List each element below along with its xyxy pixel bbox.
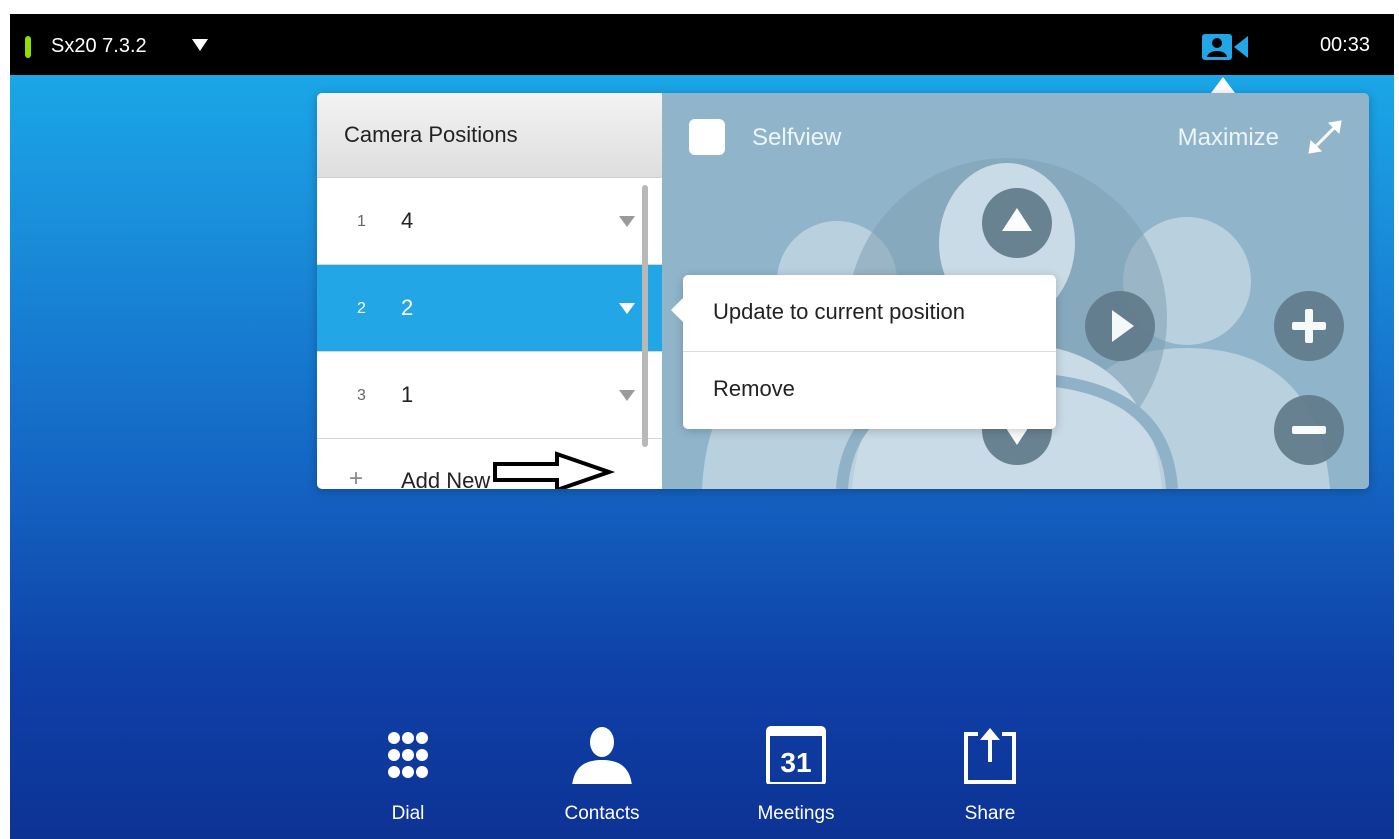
status-led-icon (25, 36, 31, 58)
clock: 00:33 (1319, 34, 1370, 56)
dock-meetings-button[interactable]: 31 Meetings (736, 724, 856, 834)
scrollbar[interactable] (642, 185, 648, 447)
position-name: 4 (401, 208, 414, 233)
add-new-label: Add New (401, 468, 491, 489)
dock-label: Contacts (564, 803, 640, 824)
positions-header: Camera Positions (317, 93, 662, 178)
position-row-3[interactable]: 3 1 (317, 352, 662, 439)
dock-dial-button[interactable]: Dial (348, 724, 468, 834)
add-new-button[interactable]: + Add New (317, 439, 662, 490)
chevron-down-icon[interactable] (619, 390, 635, 401)
position-name: 1 (401, 382, 414, 407)
zoom-out-button[interactable] (1274, 395, 1344, 465)
dock-contacts-button[interactable]: Contacts (542, 724, 662, 834)
calendar-day: 31 (780, 747, 811, 778)
dock-share-button[interactable]: Share (930, 724, 1050, 834)
position-context-menu: Update to current position Remove (671, 275, 1056, 429)
tilt-up-button[interactable] (982, 188, 1052, 258)
minus-icon (1292, 426, 1326, 434)
maximize-label[interactable]: Maximize (1178, 124, 1279, 152)
menu-item-label: Remove (713, 376, 795, 401)
position-index: 1 (357, 213, 366, 230)
camera-positions-list: Camera Positions 1 4 2 2 3 1 + Add New (317, 93, 662, 489)
contacts-icon (572, 727, 632, 784)
dialpad-icon (388, 732, 428, 778)
triangle-up-icon (1002, 208, 1032, 231)
triangle-right-icon (1112, 310, 1134, 342)
popover-caret (1211, 77, 1235, 93)
chevron-down-icon[interactable] (619, 216, 635, 227)
device-dropdown-icon[interactable] (192, 39, 208, 51)
plus-icon (1292, 309, 1326, 343)
dock-label: Meetings (757, 803, 835, 824)
dock-label: Dial (391, 803, 425, 824)
positions-title: Camera Positions (344, 122, 518, 147)
position-name: 2 (401, 295, 414, 320)
pan-right-button[interactable] (1085, 291, 1155, 361)
touch-panel-screen: Sx20 7.3.2 00:33 Camera Positions 1 4 2 … (10, 14, 1394, 839)
position-row-2[interactable]: 2 2 (317, 265, 662, 489)
remove-menu-item[interactable]: Remove (683, 352, 1056, 428)
zoom-in-button[interactable] (1274, 291, 1344, 361)
device-name[interactable]: Sx20 7.3.2 (51, 35, 147, 58)
selfview-label: Selfview (752, 124, 842, 151)
chevron-down-icon[interactable] (619, 303, 635, 314)
position-row-1[interactable]: 1 4 (317, 178, 662, 265)
camera-control-icon[interactable] (1202, 34, 1248, 60)
update-position-menu-item[interactable]: Update to current position (683, 275, 1056, 351)
menu-item-label: Update to current position (713, 299, 965, 324)
position-index: 3 (357, 387, 366, 404)
calendar-icon: 31 (766, 726, 826, 784)
share-icon (964, 728, 1016, 784)
selfview-checkbox[interactable] (689, 119, 725, 155)
top-bar: Sx20 7.3.2 00:33 (10, 14, 1394, 75)
maximize-icon[interactable] (1303, 115, 1347, 159)
position-index: 2 (357, 300, 366, 317)
dock-label: Share (964, 803, 1016, 824)
plus-icon: + (349, 465, 364, 490)
